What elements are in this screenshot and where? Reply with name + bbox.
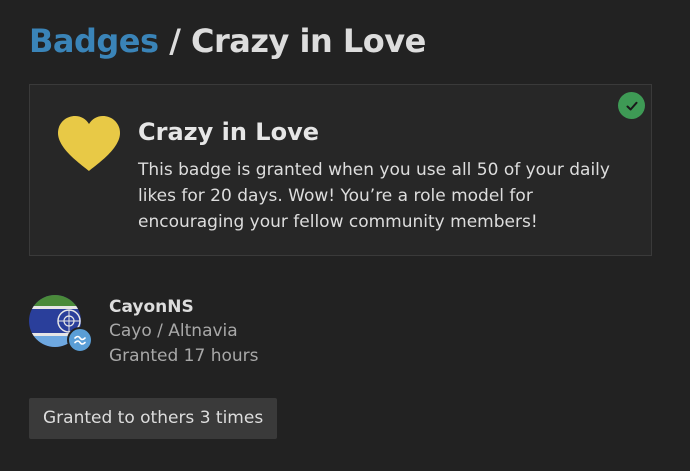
breadcrumb-current: Crazy in Love: [191, 22, 426, 60]
badge-description: This badge is granted when you use all 5…: [138, 160, 610, 232]
username-link[interactable]: CayonNS: [109, 296, 194, 318]
user-flair-icon: [67, 327, 93, 353]
badge-grant-user: CayonNS Cayo / Altnavia Granted 17 hours: [29, 295, 429, 367]
heart-icon: [58, 116, 120, 171]
granted-check-icon: [618, 92, 645, 119]
badge-name: Crazy in Love: [138, 118, 319, 146]
page-title: Badges / Crazy in Love: [29, 20, 426, 62]
breadcrumb-badges-link[interactable]: Badges: [29, 22, 159, 60]
badge-card: Crazy in Love This badge is granted when…: [29, 84, 652, 256]
user-title: Cayo / Altnavia: [109, 321, 238, 341]
granted-time: Granted 17 hours: [109, 346, 259, 366]
granted-to-others-button[interactable]: Granted to others 3 times: [29, 398, 278, 439]
breadcrumb-separator: /: [169, 22, 181, 60]
